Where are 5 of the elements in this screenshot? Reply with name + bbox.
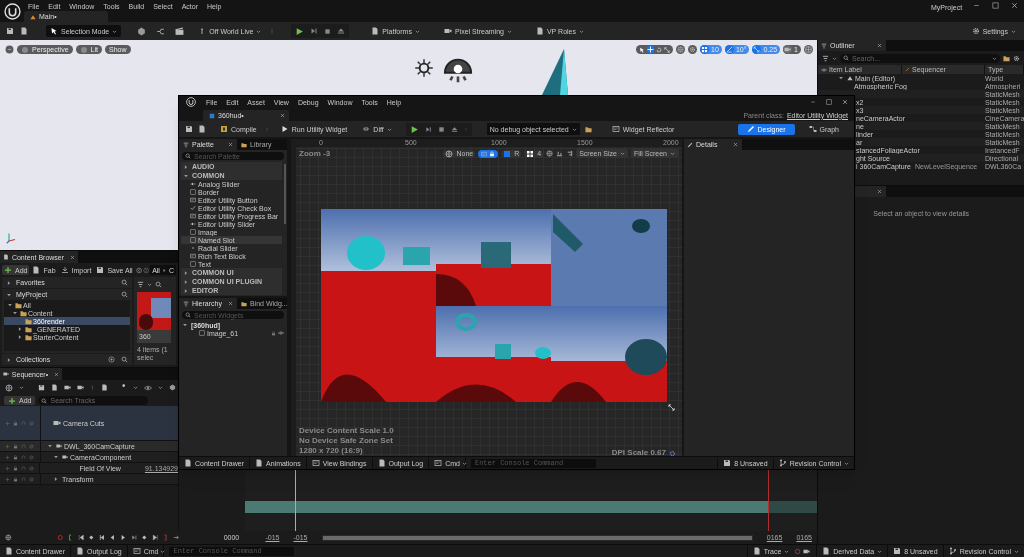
dpi-scale-text: DPI Scale 0.67 (611, 449, 666, 456)
zoom-level: Zoom -3 (299, 150, 331, 158)
canvas-info-text: 1280 x 720 (16:9) (299, 447, 364, 455)
canvas-info-text: Device Content Scale 1.0 (299, 427, 394, 435)
canvas-info-text: No Device Safe Zone Set (299, 437, 394, 445)
